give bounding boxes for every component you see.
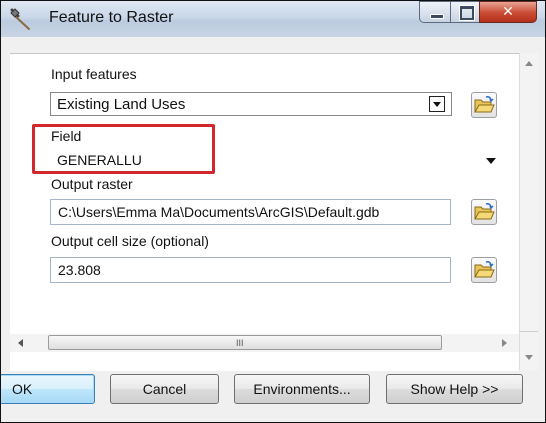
horizontal-scroll-thumb[interactable]: III — [48, 335, 442, 350]
input-features-label: Input features — [51, 66, 137, 82]
scroll-down-icon[interactable] — [525, 355, 533, 360]
cell-size-browse-button[interactable] — [471, 257, 497, 283]
window-title: Feature to Raster — [49, 9, 174, 26]
output-raster-label: Output raster — [51, 176, 133, 192]
scroll-separator — [520, 331, 538, 332]
chevron-down-icon — [433, 102, 441, 107]
cell-size-value: 23.808 — [58, 262, 101, 278]
close-icon: ✕ — [502, 3, 514, 19]
open-folder-icon — [474, 203, 495, 220]
minimize-icon — [430, 14, 444, 19]
close-button[interactable]: ✕ — [479, 1, 537, 23]
minimize-button[interactable] — [419, 1, 451, 23]
ok-button[interactable]: OK — [1, 374, 95, 404]
maximize-icon — [459, 5, 475, 21]
tool-hammer-icon — [9, 7, 33, 31]
dialog-window: Feature to Raster ✕ Input features Exist… — [0, 0, 546, 423]
title-bar[interactable]: Feature to Raster ✕ — [1, 1, 545, 37]
input-features-dropdown-arrow[interactable] — [429, 96, 445, 112]
output-raster-browse-button[interactable] — [471, 199, 497, 225]
maximize-button[interactable] — [450, 1, 480, 23]
output-raster-value: C:\Users\Emma Ma\Documents\ArcGIS\Defaul… — [58, 204, 380, 220]
open-folder-icon — [474, 96, 495, 113]
chevron-down-icon[interactable] — [486, 158, 496, 164]
scroll-grip: III — [236, 338, 244, 348]
cell-size-input[interactable]: 23.808 — [50, 257, 451, 283]
open-folder-icon — [474, 261, 495, 278]
cell-size-label: Output cell size (optional) — [51, 233, 209, 249]
input-features-dropdown[interactable]: Existing Land Uses — [50, 92, 452, 116]
scroll-right-icon[interactable] — [502, 339, 507, 347]
show-help-button[interactable]: Show Help >> — [386, 374, 523, 404]
input-features-value: Existing Land Uses — [57, 96, 186, 113]
field-highlight-box — [32, 124, 215, 174]
scroll-up-icon[interactable] — [525, 61, 533, 66]
scroll-left-icon[interactable] — [18, 339, 23, 347]
horizontal-scrollbar[interactable]: III — [10, 334, 519, 352]
cancel-button[interactable]: Cancel — [110, 374, 219, 404]
vertical-scrollbar[interactable] — [519, 53, 538, 370]
environments-button[interactable]: Environments... — [234, 374, 370, 404]
output-raster-input[interactable]: C:\Users\Emma Ma\Documents\ArcGIS\Defaul… — [50, 199, 451, 225]
input-features-browse-button[interactable] — [471, 92, 497, 118]
